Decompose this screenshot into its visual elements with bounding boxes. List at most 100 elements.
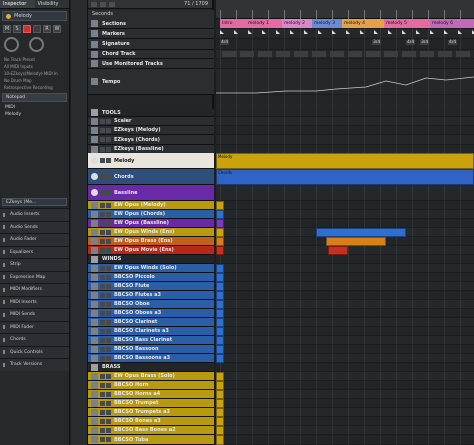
filter-icon[interactable] xyxy=(100,1,106,7)
marker-icon[interactable] xyxy=(332,30,336,34)
arranger-lane[interactable] xyxy=(216,435,474,445)
marker-icon[interactable] xyxy=(346,30,350,34)
winds-ens-event[interactable] xyxy=(316,228,406,237)
chord-event[interactable] xyxy=(330,51,344,57)
section-event[interactable]: melody 4 xyxy=(342,19,384,28)
notepad-header[interactable]: Notepad xyxy=(2,93,67,102)
arranger-lane[interactable] xyxy=(216,273,474,282)
monitor-button[interactable] xyxy=(33,25,41,33)
inspector-section-audio-fader[interactable]: Audio Fader xyxy=(0,233,69,246)
signature-event[interactable]: 3/4 xyxy=(420,40,430,45)
chords-midi-event[interactable]: Chords xyxy=(216,169,474,185)
marker-icon[interactable] xyxy=(234,30,238,34)
solo-icon[interactable] xyxy=(106,283,111,289)
track-bbcso-bassoon[interactable]: BBCSO Bassoon xyxy=(88,345,214,354)
arranger-lane[interactable] xyxy=(216,318,474,327)
arranger-lane[interactable] xyxy=(216,408,474,417)
inspector-section-audio-inserts[interactable]: Audio Inserts xyxy=(0,208,69,221)
arranger-lane[interactable] xyxy=(216,426,474,435)
mute-icon[interactable] xyxy=(100,127,105,133)
inspector-section-midi-inserts[interactable]: MIDI Inserts xyxy=(0,295,69,308)
arranger-lane[interactable] xyxy=(216,117,474,126)
mute-icon[interactable] xyxy=(100,319,105,325)
track-bbcso-horn[interactable]: BBCSO Horn xyxy=(88,381,214,390)
track-bbcso-bones-a3[interactable]: BBCSO Bones a3 xyxy=(88,417,214,426)
track-preset-row[interactable]: No Track Preset xyxy=(0,56,69,63)
instrument-event[interactable] xyxy=(216,336,224,345)
chord-event[interactable] xyxy=(240,51,254,57)
track-melody[interactable]: Melody xyxy=(88,153,214,169)
mute-icon[interactable] xyxy=(100,382,105,388)
marker-icon[interactable] xyxy=(360,30,364,34)
track-ew-opus-bassline-[interactable]: EW Opus (Bassline) xyxy=(88,219,214,228)
solo-icon[interactable] xyxy=(106,146,111,152)
solo-icon[interactable] xyxy=(106,211,111,217)
chord-event[interactable] xyxy=(420,51,434,57)
instrument-event[interactable] xyxy=(216,390,224,399)
section-event[interactable]: melody 1 xyxy=(246,19,282,28)
inspector-section-midi-modifiers[interactable]: MIDI Modifiers xyxy=(0,283,69,296)
inspector-section-audio-sends[interactable]: Audio Sends xyxy=(0,220,69,233)
marker-icon[interactable] xyxy=(458,30,462,34)
instrument-event[interactable] xyxy=(216,417,224,426)
chord-event[interactable] xyxy=(384,51,398,57)
mute-icon[interactable] xyxy=(100,265,105,271)
winds-ens-event[interactable] xyxy=(216,228,224,237)
track-chord-track[interactable]: Chord Track xyxy=(88,50,214,59)
brass-ens-event[interactable] xyxy=(216,237,224,246)
track-bbcso-clarinet[interactable]: BBCSO Clarinet xyxy=(88,318,214,327)
inspector-section-strip[interactable]: Strip xyxy=(0,258,69,271)
arranger-lane[interactable] xyxy=(216,345,474,354)
track-winds[interactable]: WINDS xyxy=(88,255,214,264)
track-tools[interactable]: TOOLS xyxy=(88,109,214,117)
inspector-section-track-versions[interactable]: Track Versions xyxy=(0,358,69,371)
track-bbcso-bass-clarinet[interactable]: BBCSO Bass Clarinet xyxy=(88,336,214,345)
arranger-lane[interactable] xyxy=(216,59,474,69)
track-bbcso-horns-a4[interactable]: BBCSO Horns a4 xyxy=(88,390,214,399)
solo-icon[interactable] xyxy=(106,220,111,226)
arranger-lane[interactable] xyxy=(216,390,474,399)
solo-icon[interactable] xyxy=(106,355,111,361)
marker-icon[interactable] xyxy=(220,30,224,34)
solo-icon[interactable] xyxy=(106,238,111,244)
arranger-lane[interactable] xyxy=(216,50,474,59)
arranger-lane[interactable] xyxy=(216,336,474,345)
track-signature[interactable]: Signature xyxy=(88,39,214,50)
chord-event[interactable] xyxy=(456,51,470,57)
solo-icon[interactable] xyxy=(106,292,111,298)
marker-icon[interactable] xyxy=(290,30,294,34)
signature-event[interactable]: 3/4 xyxy=(372,40,382,45)
mute-icon[interactable] xyxy=(100,274,105,280)
mute-icon[interactable] xyxy=(100,418,105,424)
mute-icon[interactable] xyxy=(100,301,105,307)
marker-icon[interactable] xyxy=(262,30,266,34)
volume-knob[interactable] xyxy=(4,37,19,52)
chord-event[interactable] xyxy=(294,51,308,57)
chord-event[interactable] xyxy=(222,51,236,57)
tempo-curve[interactable] xyxy=(216,69,474,95)
tab-inspector[interactable]: Inspector xyxy=(0,0,35,8)
mute-icon[interactable] xyxy=(100,427,105,433)
mute-icon[interactable] xyxy=(100,202,105,208)
track-bbcso-trumpet[interactable]: BBCSO Trumpet xyxy=(88,399,214,408)
instrument-event[interactable] xyxy=(216,327,224,336)
mute-icon[interactable] xyxy=(100,238,105,244)
track-ew-opus-brass-ens-[interactable]: EW Opus Brass (Ens) xyxy=(88,237,214,246)
solo-icon[interactable] xyxy=(106,418,111,424)
arranger-lane[interactable] xyxy=(216,309,474,318)
chord-event[interactable] xyxy=(258,51,272,57)
solo-icon[interactable] xyxy=(106,373,111,379)
chord-event[interactable] xyxy=(438,51,452,57)
arranger-lane[interactable] xyxy=(216,210,474,219)
section-event[interactable]: Intro xyxy=(220,19,246,28)
mute-icon[interactable] xyxy=(100,355,105,361)
mute-icon[interactable] xyxy=(100,146,105,152)
movie-ens-event[interactable] xyxy=(328,246,348,255)
mute-icon[interactable] xyxy=(100,229,105,235)
solo-icon[interactable] xyxy=(106,400,111,406)
instrument-event[interactable] xyxy=(216,264,224,273)
drum-map-row[interactable]: No Drum Map xyxy=(0,77,69,84)
timeline-ruler[interactable] xyxy=(216,0,474,19)
mute-icon[interactable] xyxy=(100,373,105,379)
midi-input-row[interactable]: All MIDI Inputs xyxy=(0,63,69,70)
